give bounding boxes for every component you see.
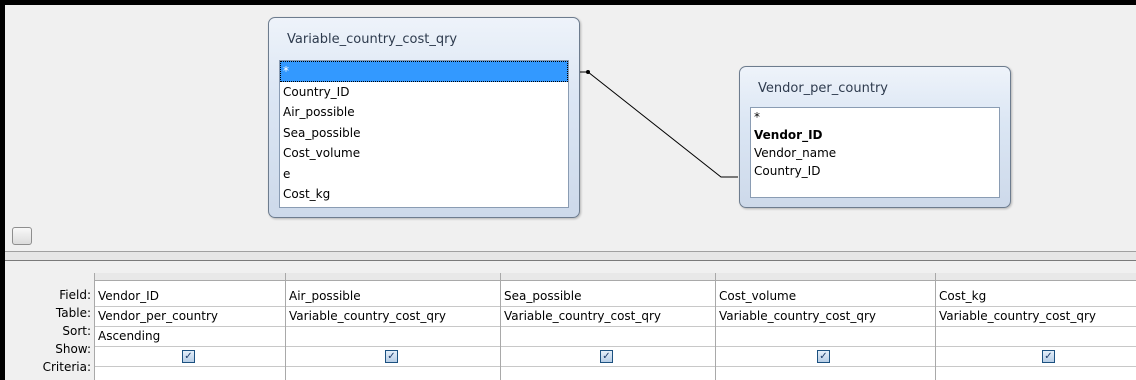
sort-cell[interactable] (286, 327, 501, 347)
grid-column[interactable]: Cost_kg Variable_country_cost_qry ✓ (935, 273, 1136, 380)
scrollbar-button[interactable] (12, 227, 32, 245)
row-label-field: Field: (59, 288, 91, 302)
column-selector[interactable] (501, 273, 716, 281)
criteria-cell[interactable] (95, 367, 286, 380)
field-cell[interactable]: Cost_volume (716, 287, 936, 307)
row-label-table: Table: (55, 306, 91, 320)
show-cell[interactable]: ✓ (936, 347, 1136, 367)
show-checkbox[interactable]: ✓ (182, 350, 195, 363)
row-label-sort: Sort: (62, 324, 91, 338)
field-item-country-id[interactable]: Country_ID (751, 162, 999, 180)
criteria-cell[interactable] (716, 367, 936, 380)
show-checkbox[interactable]: ✓ (385, 350, 398, 363)
show-checkbox[interactable]: ✓ (817, 350, 830, 363)
column-selector[interactable] (936, 273, 1136, 281)
field-item-e[interactable]: e (280, 164, 568, 185)
table-cell[interactable]: Variable_country_cost_qry (501, 307, 716, 327)
query-grid[interactable]: Field: Table: Sort: Show: Criteria: Vend… (5, 261, 1136, 380)
field-item-sea-possible[interactable]: Sea_possible (280, 123, 568, 144)
table-vendor-per-country[interactable]: Vendor_per_country * Vendor_ID Vendor_na… (739, 66, 1011, 208)
show-cell[interactable]: ✓ (286, 347, 501, 367)
field-item-vendor-name[interactable]: Vendor_name (751, 144, 999, 162)
sort-cell[interactable] (936, 327, 1136, 347)
show-checkbox[interactable]: ✓ (1042, 350, 1055, 363)
field-item-cost-volume[interactable]: Cost_volume (280, 143, 568, 164)
criteria-cell[interactable] (286, 367, 501, 380)
field-item-all[interactable]: * (751, 108, 999, 126)
table-title: Variable_country_cost_qry (287, 32, 458, 47)
sort-cell[interactable] (716, 327, 936, 347)
column-selector[interactable] (286, 273, 501, 281)
table-cell[interactable]: Variable_country_cost_qry (716, 307, 936, 327)
table-cell[interactable]: Vendor_per_country (95, 307, 286, 327)
column-selector[interactable] (95, 273, 286, 281)
criteria-cell[interactable] (501, 367, 716, 380)
table-title: Vendor_per_country (758, 81, 888, 96)
sort-cell[interactable] (501, 327, 716, 347)
show-cell[interactable]: ✓ (95, 347, 286, 367)
column-selector[interactable] (716, 273, 936, 281)
field-cell[interactable]: Vendor_ID (95, 287, 286, 307)
field-list[interactable]: * Country_ID Air_possible Sea_possible C… (279, 60, 569, 208)
criteria-cell[interactable] (936, 367, 1136, 380)
grid-column[interactable]: Cost_volume Variable_country_cost_qry ✓ (715, 273, 936, 380)
pane-splitter[interactable] (5, 251, 1136, 261)
field-cell[interactable]: Air_possible (286, 287, 501, 307)
table-cell[interactable]: Variable_country_cost_qry (936, 307, 1136, 327)
field-item-air-possible[interactable]: Air_possible (280, 102, 568, 123)
query-design-area[interactable]: Variable_country_cost_qry * Country_ID A… (5, 5, 1136, 223)
table-cell[interactable]: Variable_country_cost_qry (286, 307, 501, 327)
grid-column[interactable]: Sea_possible Variable_country_cost_qry ✓ (500, 273, 716, 380)
show-cell[interactable]: ✓ (501, 347, 716, 367)
row-label-show: Show: (55, 342, 91, 356)
grid-column[interactable]: Air_possible Variable_country_cost_qry ✓ (285, 273, 501, 380)
show-cell[interactable]: ✓ (716, 347, 936, 367)
sort-cell[interactable]: Ascending (95, 327, 286, 347)
query-design-window: Variable_country_cost_qry * Country_ID A… (5, 5, 1136, 380)
field-item-vendor-id[interactable]: Vendor_ID (751, 126, 999, 144)
field-cell[interactable]: Cost_kg (936, 287, 1136, 307)
grid-column[interactable]: Vendor_ID Vendor_per_country Ascending ✓ (94, 273, 286, 380)
field-item-all[interactable]: * (280, 61, 568, 82)
field-cell[interactable]: Sea_possible (501, 287, 716, 307)
field-item-country-id[interactable]: Country_ID (280, 82, 568, 103)
show-checkbox[interactable]: ✓ (600, 350, 613, 363)
table-variable-country-cost-qry[interactable]: Variable_country_cost_qry * Country_ID A… (268, 17, 580, 218)
field-list[interactable]: * Vendor_ID Vendor_name Country_ID (750, 107, 1000, 198)
field-item-cost-kg[interactable]: Cost_kg (280, 184, 568, 205)
row-label-criteria: Criteria: (42, 360, 91, 374)
